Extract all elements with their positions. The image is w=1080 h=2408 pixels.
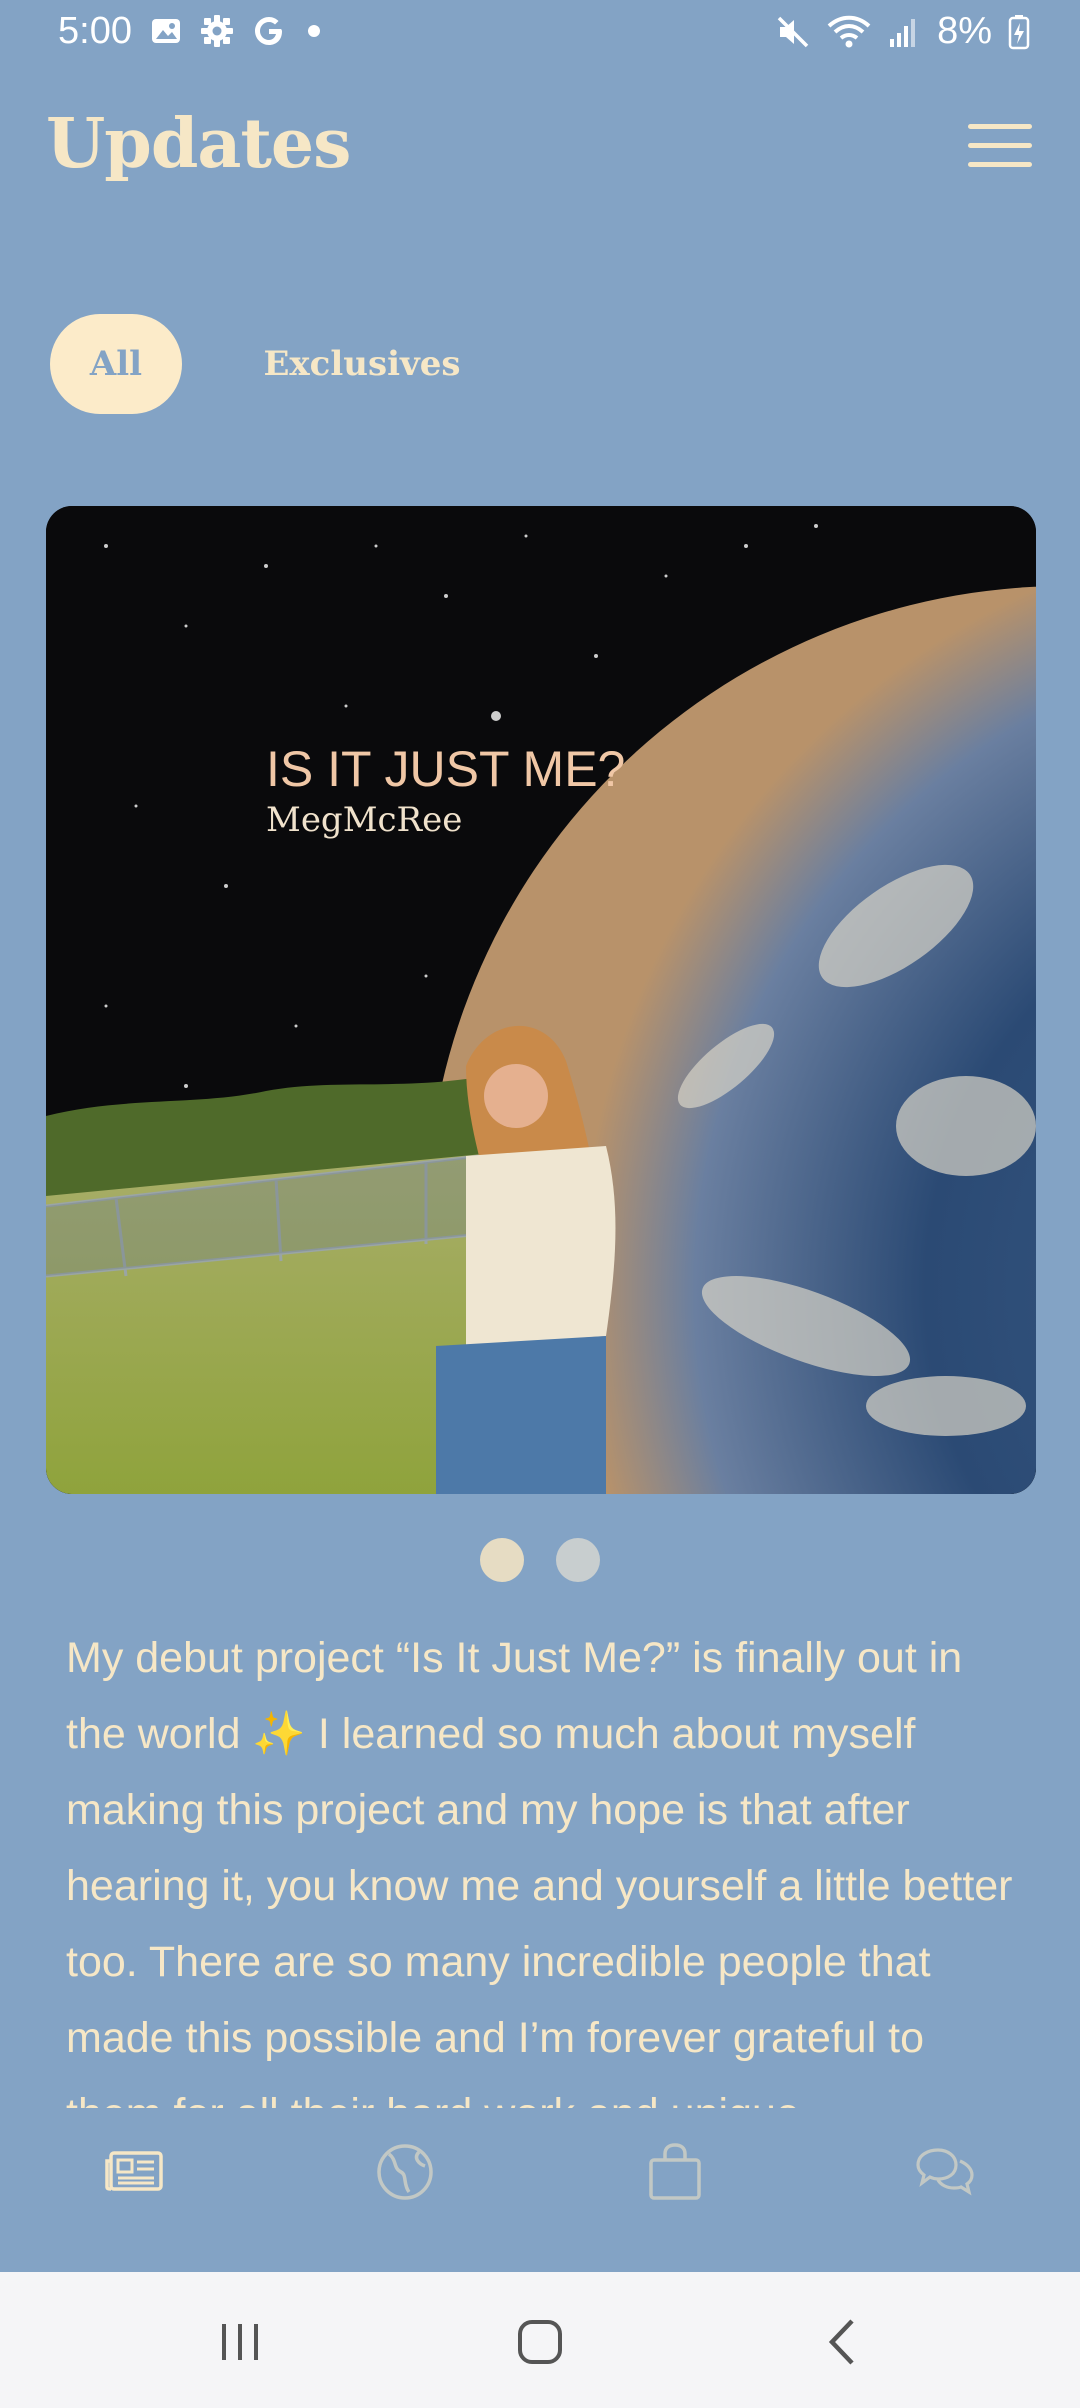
tab-globe[interactable] — [365, 2132, 445, 2212]
news-icon — [105, 2151, 163, 2191]
album-title-text: IS IT JUST ME? — [266, 741, 625, 797]
mute-icon — [777, 16, 809, 47]
tab-news[interactable] — [95, 2132, 175, 2212]
tab-all[interactable]: All — [50, 314, 182, 414]
hamburger-menu-icon — [968, 124, 1032, 129]
shopping-bag-icon — [649, 2143, 701, 2200]
home-button[interactable] — [510, 2312, 570, 2372]
album-artist-text: MegMcRee — [266, 800, 462, 840]
recent-apps-icon — [222, 2324, 258, 2360]
hero-image-card[interactable]: IS IT JUST ME? MegMcRee — [46, 506, 1036, 1494]
menu-button[interactable] — [968, 124, 1032, 168]
status-left-icons — [150, 14, 324, 48]
system-nav-bar — [0, 2272, 1080, 2408]
wifi-icon — [827, 15, 871, 47]
tab-shop[interactable] — [635, 2132, 715, 2212]
carousel-dot-2[interactable] — [556, 1538, 600, 1582]
battery-percent: 8% — [937, 10, 992, 52]
back-icon — [828, 2319, 854, 2365]
status-right: 8% — [775, 10, 1030, 53]
chat-icon — [916, 2148, 974, 2196]
album-artwork: IS IT JUST ME? MegMcRee — [46, 506, 1036, 1494]
carousel-dot-1[interactable] — [480, 1538, 524, 1582]
carousel-indicator — [0, 1538, 1080, 1582]
settings-icon — [201, 15, 233, 47]
signal-icon — [890, 18, 916, 47]
status-time: 5:00 — [58, 10, 132, 52]
tab-chat[interactable] — [905, 2132, 985, 2212]
back-button[interactable] — [812, 2312, 872, 2372]
dot-icon — [308, 25, 320, 37]
image-icon — [152, 19, 180, 43]
google-icon — [255, 17, 282, 45]
status-bar: 5:00 8% — [0, 0, 1080, 66]
globe-icon — [377, 2144, 433, 2200]
post-text: My debut project “Is It Just Me?” is fin… — [66, 1634, 1013, 2108]
battery-charging-icon — [1008, 14, 1030, 49]
tab-exclusives[interactable]: Exclusives — [262, 314, 462, 414]
home-icon — [518, 2320, 562, 2364]
page-title: Updates — [46, 104, 351, 184]
recent-apps-button[interactable] — [210, 2312, 270, 2372]
